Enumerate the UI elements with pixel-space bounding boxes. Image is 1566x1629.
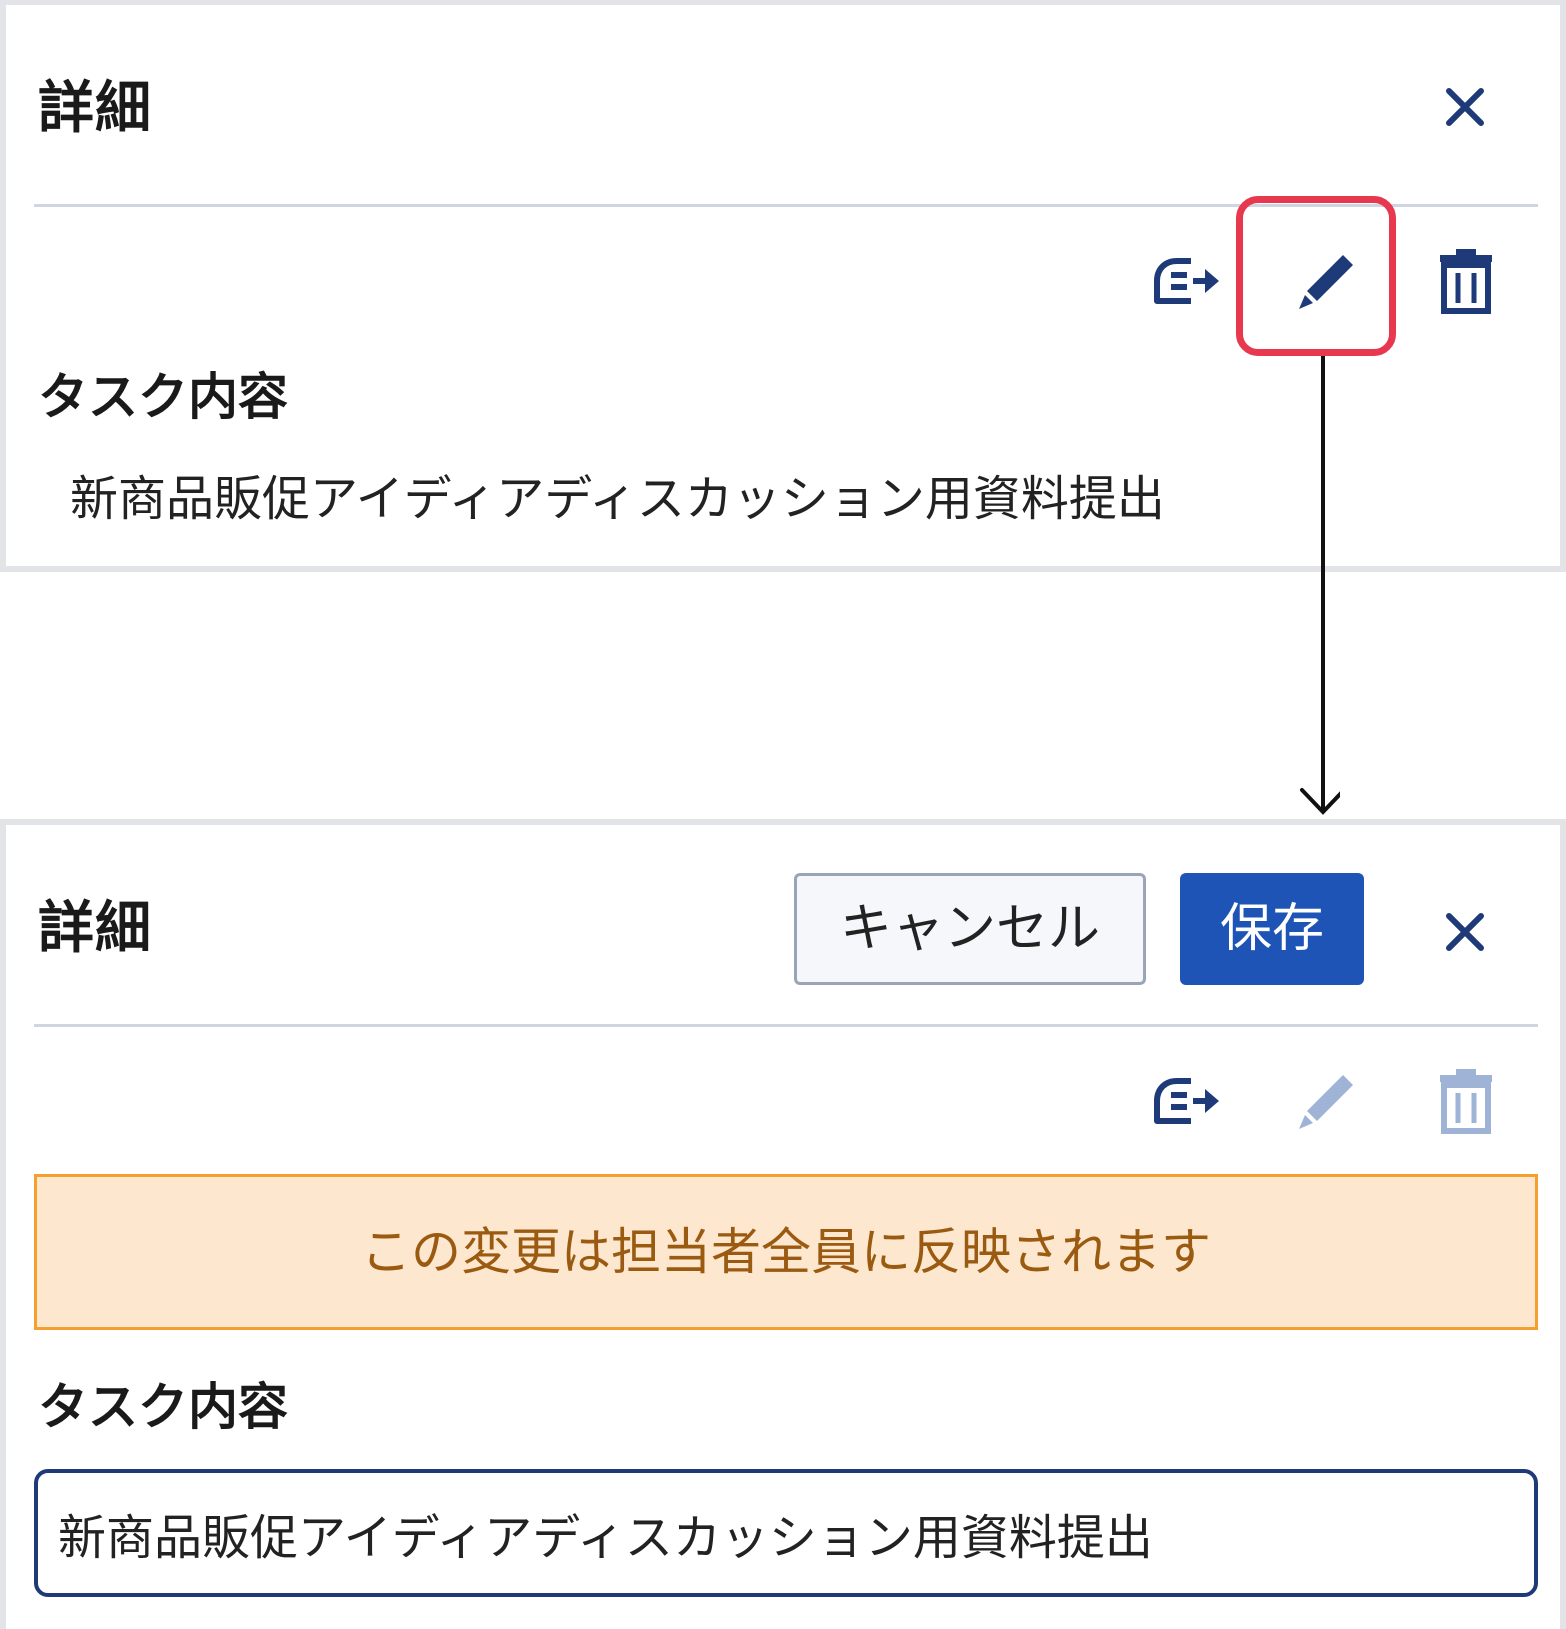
close-icon[interactable] <box>1443 910 1487 954</box>
change-notice-banner: この変更は担当者全員に反映されます <box>34 1174 1538 1330</box>
save-button[interactable]: 保存 <box>1180 873 1364 985</box>
detail-panel-edit: 詳細 キャンセル 保存 この変更は担当者全員に反映されます タスク内容 <box>0 819 1566 1629</box>
transition-arrow <box>1280 356 1346 820</box>
share-arrow-icon[interactable] <box>1147 1061 1227 1141</box>
trash-icon-disabled <box>1426 1061 1506 1141</box>
panel-title: 詳細 <box>38 76 152 141</box>
share-arrow-icon[interactable] <box>1147 241 1227 321</box>
highlight-box <box>1236 196 1396 356</box>
section-label-task: タスク内容 <box>38 1378 288 1436</box>
trash-icon[interactable] <box>1426 241 1506 321</box>
header-divider <box>34 1024 1538 1027</box>
pencil-icon-disabled <box>1287 1061 1367 1141</box>
task-content-text: 新商品販促アイディアディスカッション用資料提出 <box>70 471 1165 527</box>
panel-title: 詳細 <box>38 896 152 961</box>
section-label-task: タスク内容 <box>38 368 288 426</box>
cancel-button[interactable]: キャンセル <box>794 873 1146 985</box>
close-icon[interactable] <box>1443 85 1487 129</box>
task-content-input[interactable] <box>34 1469 1538 1597</box>
